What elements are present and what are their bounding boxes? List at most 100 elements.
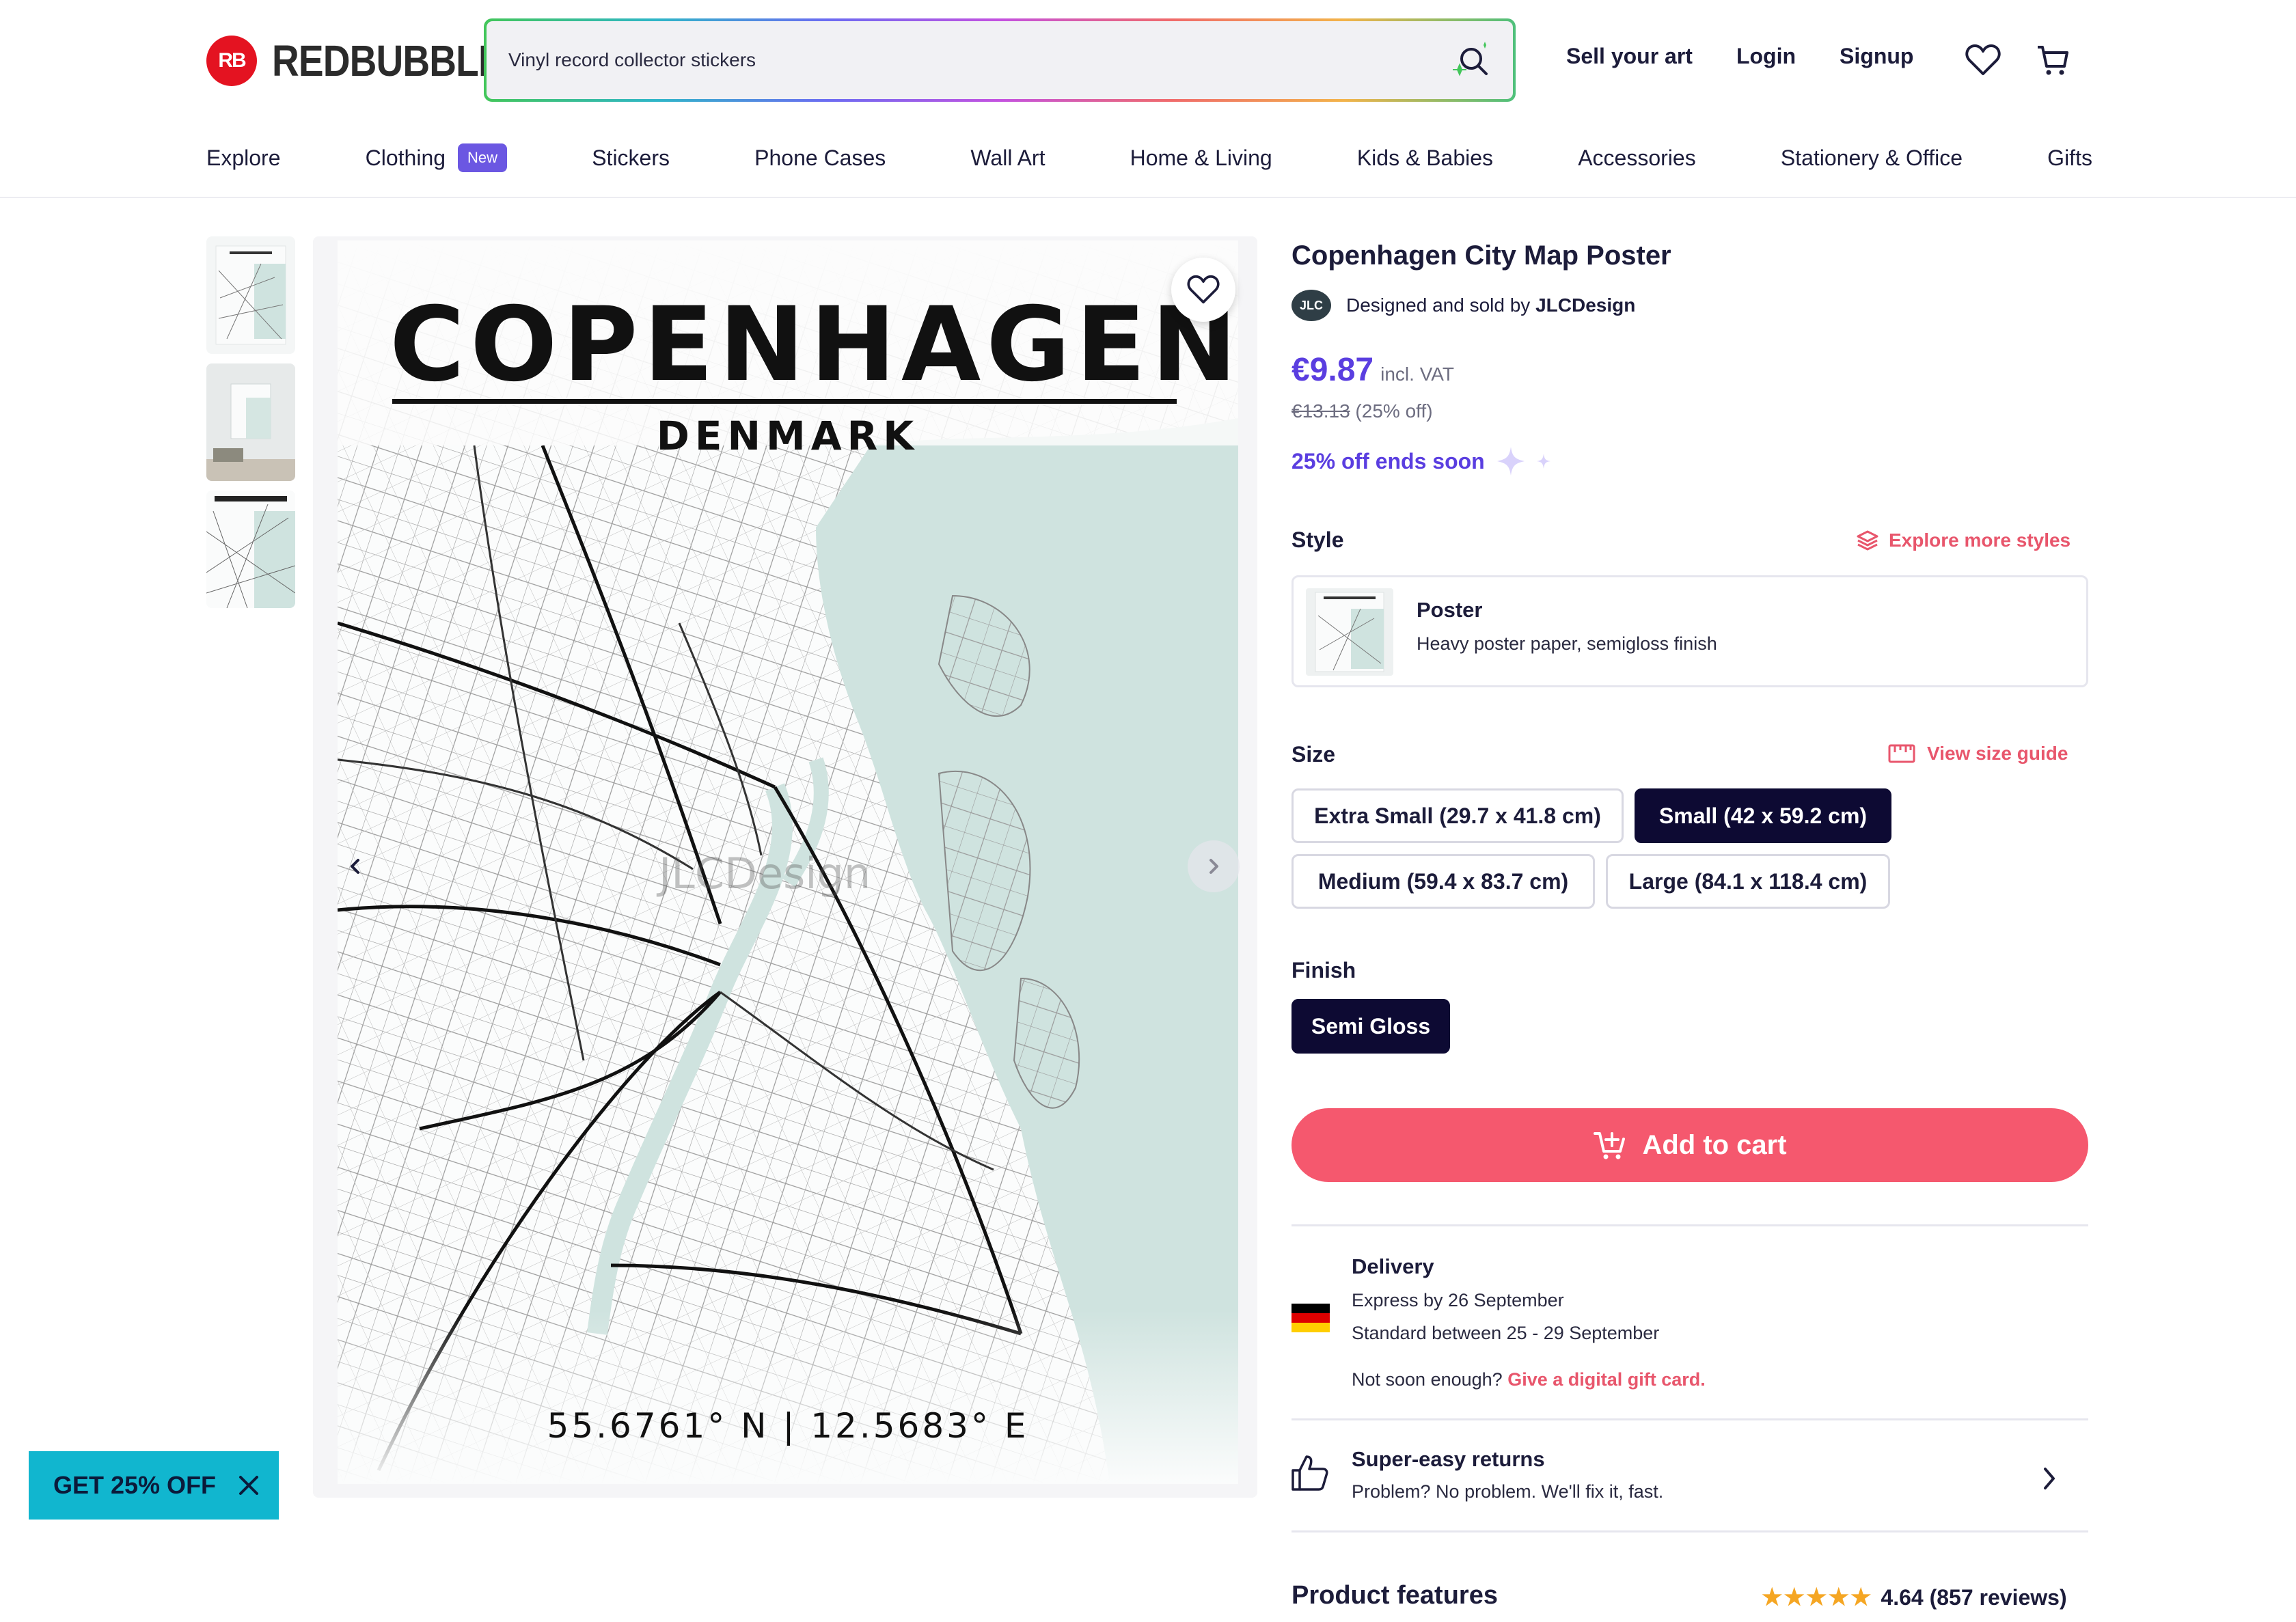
style-thumbnail [1306, 588, 1393, 676]
review-count: (857 reviews) [1929, 1584, 2067, 1610]
rating-summary[interactable]: ★ ★ ★ ★ ★ 4.64 (857 reviews) [1762, 1584, 2067, 1611]
close-icon[interactable] [235, 1472, 262, 1499]
heart-icon [1187, 275, 1220, 304]
heart-icon [1965, 44, 2001, 75]
divider [1292, 1224, 2088, 1226]
nav-stickers[interactable]: Stickers [592, 146, 670, 171]
new-badge: New [458, 143, 508, 172]
nav-explore[interactable]: Explore [206, 146, 281, 171]
view-size-guide-link[interactable]: View size guide [1887, 742, 2068, 765]
add-to-cart-icon [1594, 1132, 1626, 1159]
category-nav: Explore Clothing New Stickers Phone Case… [206, 143, 2092, 172]
login-link[interactable]: Login [1736, 44, 1796, 69]
next-image-button[interactable] [1188, 840, 1240, 892]
discount-banner-label: GET 25% OFF [53, 1471, 217, 1499]
poster-coordinates: 55.6761° N | 12.5683° E [547, 1406, 1029, 1446]
chevron-right-icon [2044, 1468, 2055, 1489]
original-price: €13.13 [1292, 400, 1350, 422]
promo-message: 25% off ends soon [1292, 444, 1560, 478]
thumbnail-3[interactable] [206, 491, 295, 608]
signup-link[interactable]: Signup [1840, 44, 1913, 69]
search-button[interactable] [1443, 32, 1499, 88]
previous-image-button[interactable] [329, 840, 381, 892]
room-thumbnail-image [206, 363, 295, 481]
style-label: Style [1292, 527, 1344, 552]
size-guide-label: View size guide [1927, 743, 2068, 764]
seller-info: JLC Designed and sold by JLCDesign [1292, 290, 1635, 321]
star-icon: ★ [1762, 1584, 1783, 1610]
product-main-image[interactable]: COPENHAGEN DENMARK JLCDesign 55.6761° N … [313, 236, 1257, 1498]
logo-badge: RB [206, 36, 257, 86]
returns-subtitle: Problem? No problem. We'll fix it, fast. [1352, 1481, 1664, 1502]
discount-percent: (25% off) [1355, 400, 1433, 422]
original-price-row: €13.13 (25% off) [1292, 400, 1433, 422]
sparkle-icon [1496, 447, 1550, 476]
finish-option-semi-gloss[interactable]: Semi Gloss [1292, 999, 1450, 1054]
discount-banner[interactable]: GET 25% OFF [29, 1451, 279, 1520]
star-icon: ★ [1805, 1584, 1827, 1610]
poster-thumbnail-image [215, 245, 286, 345]
nav-phone-cases[interactable]: Phone Cases [754, 146, 886, 171]
watermark: JLCDesign [659, 849, 871, 898]
seller-prefix: Designed and sold by [1346, 294, 1531, 316]
poster-style-image [1315, 592, 1384, 672]
poster-artwork: COPENHAGEN DENMARK JLCDesign 55.6761° N … [338, 240, 1238, 1484]
search-input[interactable] [507, 42, 1395, 79]
size-option-medium[interactable]: Medium (59.4 x 83.7 cm) [1292, 854, 1595, 909]
add-to-cart-button[interactable]: Add to cart [1292, 1108, 2088, 1182]
wishlist-button[interactable] [1964, 41, 2002, 79]
explore-more-styles-link[interactable]: Explore more styles [1856, 529, 2070, 552]
thumbnail-1[interactable] [206, 236, 295, 354]
nav-clothing-label: Clothing [365, 145, 446, 170]
cart-icon [2038, 46, 2068, 75]
product-title: Copenhagen City Map Poster [1292, 240, 1671, 271]
size-option-extra-small[interactable]: Extra Small (29.7 x 41.8 cm) [1292, 788, 1624, 843]
nav-stationery-office[interactable]: Stationery & Office [1781, 146, 1963, 171]
returns-title: Super-easy returns [1352, 1447, 1545, 1471]
current-price: €9.87 [1292, 352, 1374, 388]
cart-button[interactable] [2034, 41, 2072, 79]
thumbnail-2[interactable] [206, 363, 295, 481]
nav-gifts[interactable]: Gifts [2047, 146, 2092, 171]
promo-text: 25% off ends soon [1292, 448, 1485, 473]
delivery-title: Delivery [1352, 1254, 1434, 1278]
gift-card-link[interactable]: Give a digital gift card. [1507, 1369, 1706, 1390]
sell-your-art-link[interactable]: Sell your art [1566, 44, 1693, 69]
size-label: Size [1292, 742, 1336, 767]
style-card-poster[interactable]: Poster Heavy poster paper, semigloss fin… [1292, 575, 2088, 687]
divider [1292, 1530, 2088, 1532]
poster-title: COPENHAGEN [390, 286, 1238, 404]
seller-avatar[interactable]: JLC [1292, 290, 1331, 321]
site-header: RB REDBUBBLE Sell your art Login Signup [0, 0, 2296, 198]
divider [1292, 1418, 2088, 1420]
explore-more-styles-label: Explore more styles [1889, 530, 2071, 551]
sparkle-search-icon [1453, 42, 1488, 77]
finish-label: Finish [1292, 958, 1356, 982]
product-features-title: Product features [1292, 1581, 1498, 1610]
vat-note: incl. VAT [1380, 363, 1454, 385]
poster-title-rule [392, 399, 1177, 404]
nav-home-living[interactable]: Home & Living [1130, 146, 1272, 171]
search-bar [484, 18, 1516, 102]
closeup-thumbnail-image [206, 491, 295, 608]
poster-subtitle: DENMARK [656, 413, 920, 459]
favorite-button[interactable] [1171, 258, 1235, 322]
size-option-small[interactable]: Small (42 x 59.2 cm) [1635, 788, 1891, 843]
star-icon: ★ [1784, 1584, 1805, 1610]
nav-kids-babies[interactable]: Kids & Babies [1357, 146, 1493, 171]
style-description: Heavy poster paper, semigloss finish [1417, 633, 1717, 654]
nav-clothing[interactable]: Clothing New [365, 143, 508, 172]
delivery-gift-note: Not soon enough? Give a digital gift car… [1352, 1369, 1706, 1390]
nav-wall-art[interactable]: Wall Art [970, 146, 1045, 171]
search-inner [487, 21, 1513, 99]
account-links: Sell your art Login Signup [1566, 44, 1957, 69]
delivery-express: Express by 26 September [1352, 1290, 1564, 1310]
nav-accessories[interactable]: Accessories [1578, 146, 1696, 171]
star-icon: ★ [1850, 1584, 1872, 1610]
style-name: Poster [1417, 598, 1483, 622]
seller-name-link[interactable]: JLCDesign [1535, 294, 1635, 316]
add-to-cart-label: Add to cart [1642, 1129, 1787, 1160]
size-option-large[interactable]: Large (84.1 x 118.4 cm) [1606, 854, 1890, 909]
layers-icon [1857, 530, 1878, 551]
delivery-standard: Standard between 25 - 29 September [1352, 1323, 1660, 1343]
